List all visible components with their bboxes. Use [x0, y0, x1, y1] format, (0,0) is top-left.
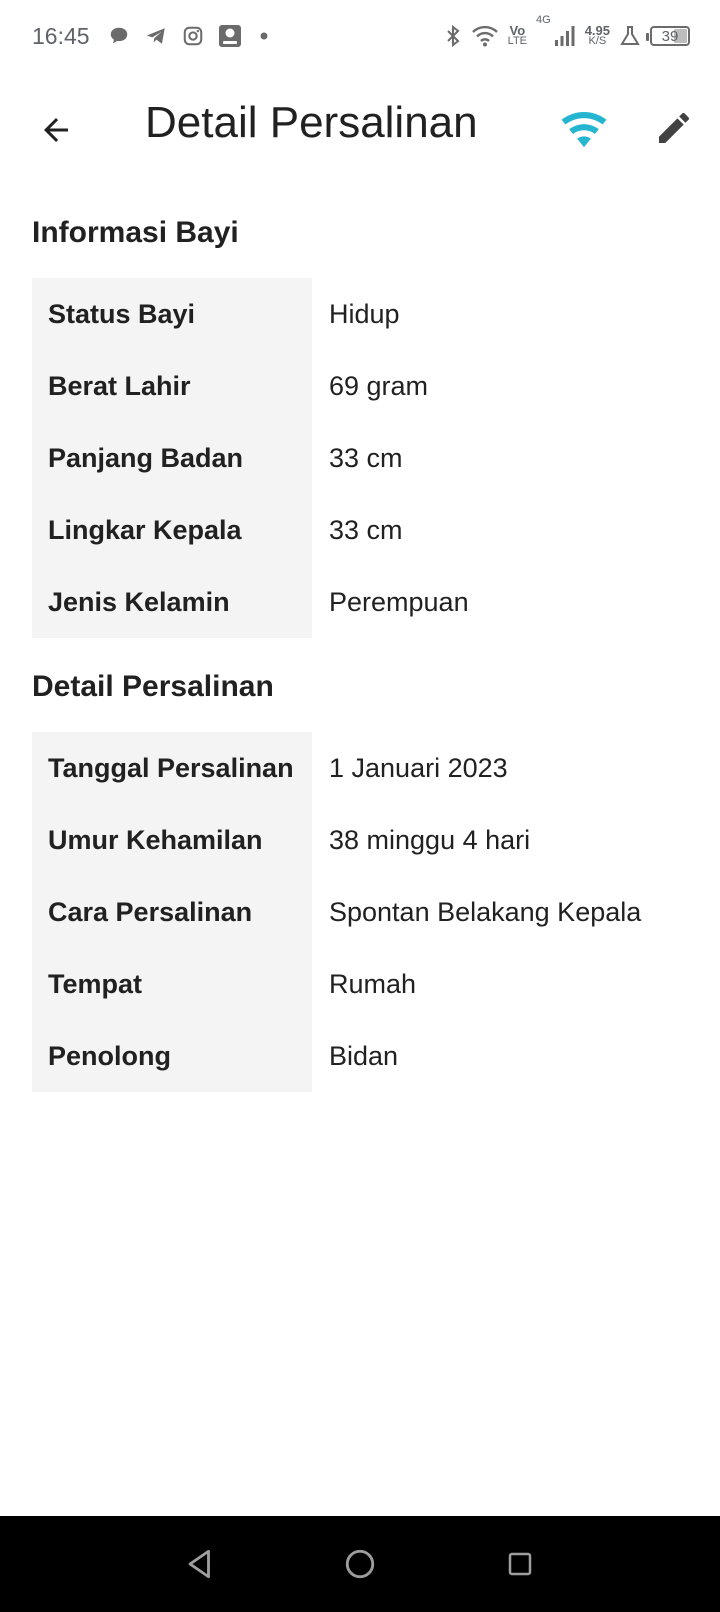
- volte-indicator: Vo LTE: [507, 24, 527, 47]
- row-value: Bidan: [329, 1040, 399, 1071]
- edit-pencil-icon: [659, 112, 689, 143]
- recents-square-icon: [508, 1552, 532, 1576]
- row-label: Panjang Badan: [32, 422, 312, 494]
- tiket-app-icon: [218, 24, 242, 48]
- row-value: 33 cm: [329, 442, 403, 473]
- speed-unit: K/S: [588, 35, 607, 47]
- chat-bubble-icon: [108, 25, 130, 47]
- nav-back-button[interactable]: [170, 1534, 230, 1594]
- edit-button[interactable]: [648, 102, 700, 154]
- dot-icon: [256, 28, 272, 44]
- app-bar: Detail Persalinan: [0, 72, 720, 184]
- row-label: Jenis Kelamin: [32, 566, 312, 638]
- speed-indicator: 4.95 K/S: [585, 24, 610, 47]
- signal-icon: [554, 25, 576, 47]
- volte-bottom: LTE: [507, 35, 527, 47]
- status-time: 16:45: [32, 22, 90, 49]
- back-button[interactable]: [32, 106, 80, 154]
- status-bar: 16:45 Vo LTE 4G 4.95 K/S 39: [0, 0, 720, 72]
- nav-home-button[interactable]: [330, 1534, 390, 1594]
- row-label: Status Bayi: [32, 278, 312, 350]
- delivery-info-table: Tanggal Persalinan 1 Januari 2023 Umur K…: [32, 732, 688, 1092]
- row-label: Umur Kehamilan: [32, 804, 312, 876]
- baby-info-table: Status Bayi Hidup Berat Lahir 69 gram Pa…: [32, 278, 688, 638]
- battery-percent: 39: [661, 27, 679, 45]
- instagram-icon: [182, 25, 204, 47]
- sync-status-button[interactable]: [558, 102, 610, 154]
- screen: 16:45 Vo LTE 4G 4.95 K/S 39 Detail Persa…: [0, 0, 720, 1612]
- table-row: Jenis Kelamin Perempuan: [32, 566, 688, 638]
- wifi-status-icon: [471, 25, 499, 47]
- back-arrow-icon: [44, 118, 68, 142]
- page-title: Detail Persalinan: [145, 98, 478, 147]
- lab-flask-icon: [619, 25, 641, 47]
- table-row: Tempat Rumah: [32, 948, 688, 1020]
- row-value: Spontan Belakang Kepala: [329, 896, 642, 927]
- row-value: 69 gram: [329, 370, 429, 401]
- table-row: Penolong Bidan: [32, 1020, 688, 1092]
- row-value: 38 minggu 4 hari: [329, 824, 531, 855]
- status-left: 16:45: [32, 23, 272, 50]
- table-row: Tanggal Persalinan 1 Januari 2023: [32, 732, 688, 804]
- network-type: 4G: [536, 14, 551, 26]
- row-label: Penolong: [32, 1020, 312, 1092]
- row-value: 33 cm: [329, 514, 403, 545]
- row-value: 1 Januari 2023: [329, 752, 508, 783]
- row-label: Cara Persalinan: [32, 876, 312, 948]
- row-value: Hidup: [329, 298, 400, 329]
- table-row: Cara Persalinan Spontan Belakang Kepala: [32, 876, 688, 948]
- row-label: Tanggal Persalinan: [32, 732, 312, 804]
- row-value: Rumah: [329, 968, 417, 999]
- delivery-info-title: Detail Persalinan: [32, 670, 274, 703]
- baby-info-title: Informasi Bayi: [32, 216, 239, 249]
- status-right: Vo LTE 4G 4.95 K/S 39: [444, 14, 690, 48]
- bluetooth-icon: [444, 24, 462, 48]
- nav-recents-button[interactable]: [490, 1534, 550, 1594]
- table-row: Lingkar Kepala 33 cm: [32, 494, 688, 566]
- row-label: Tempat: [32, 948, 312, 1020]
- table-row: Panjang Badan 33 cm: [32, 422, 688, 494]
- battery-icon: 39: [646, 26, 690, 46]
- table-row: Berat Lahir 69 gram: [32, 350, 688, 422]
- table-row: Umur Kehamilan 38 minggu 4 hari: [32, 804, 688, 876]
- back-triangle-icon: [188, 1549, 210, 1579]
- telegram-icon: [144, 25, 168, 47]
- row-label: Lingkar Kepala: [32, 494, 312, 566]
- wifi-icon: [561, 112, 607, 148]
- row-value: Perempuan: [329, 586, 469, 617]
- system-nav-bar: [0, 1516, 720, 1612]
- row-label: Berat Lahir: [32, 350, 312, 422]
- table-row: Status Bayi Hidup: [32, 278, 688, 350]
- home-circle-icon: [345, 1549, 375, 1579]
